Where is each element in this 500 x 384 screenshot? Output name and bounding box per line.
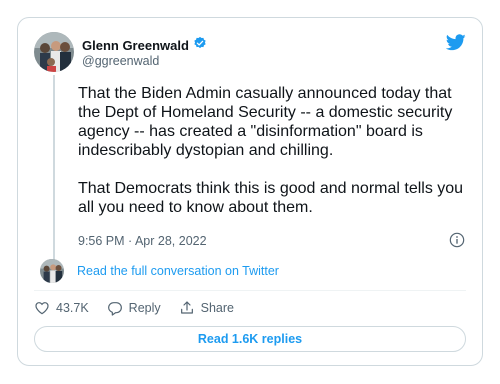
heart-icon [35, 302, 49, 315]
reply-label: Reply [128, 301, 161, 315]
tweet-paragraph: That the Biden Admin casually announced … [78, 85, 453, 159]
read-conversation-link[interactable]: Read the full conversation on Twitter [77, 264, 279, 278]
action-bar: 43.7K Reply Share [34, 300, 252, 316]
avatar[interactable] [34, 32, 74, 72]
conversation-row[interactable]: Read the full conversation on Twitter [40, 259, 279, 283]
reply-button[interactable]: Reply [107, 300, 161, 316]
author-name[interactable]: Glenn Greenwald [82, 38, 189, 53]
like-button[interactable]: 43.7K [34, 300, 89, 316]
share-button[interactable]: Share [179, 300, 234, 316]
divider [34, 290, 466, 291]
share-label: Share [200, 301, 234, 315]
share-icon [180, 301, 193, 314]
reply-avatar [40, 259, 64, 283]
twitter-bird-icon[interactable] [445, 34, 466, 56]
info-icon[interactable] [449, 232, 465, 253]
read-replies-button[interactable]: Read 1.6K replies [34, 326, 466, 352]
author-name-row[interactable]: Glenn Greenwald [82, 36, 207, 55]
verified-badge-icon [193, 36, 207, 55]
author-handle[interactable]: @ggreenwald [82, 54, 159, 68]
tweet-paragraph: That Democrats think this is good and no… [78, 180, 464, 216]
tweet-card: Glenn Greenwald @ggreenwald That the Bid… [17, 17, 483, 366]
tweet-text: That the Biden Admin casually announced … [78, 84, 473, 236]
reply-icon [107, 302, 122, 316]
thread-line [53, 75, 55, 271]
like-count: 43.7K [56, 301, 89, 315]
tweet-timestamp[interactable]: 9:56 PM · Apr 28, 2022 [78, 234, 207, 248]
